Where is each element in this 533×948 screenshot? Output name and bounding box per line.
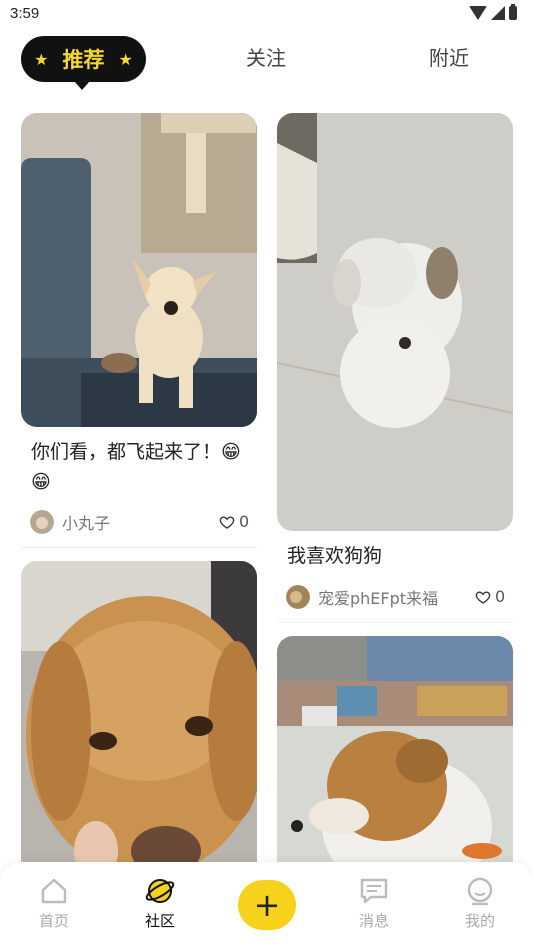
author-row[interactable]: 小丸子: [30, 510, 110, 534]
signal-icon: [491, 6, 505, 20]
post-photo-white-dog[interactable]: [277, 113, 513, 531]
heart-icon: [219, 516, 235, 529]
post-card[interactable]: [277, 636, 513, 876]
tab-follow[interactable]: 关注: [246, 42, 286, 71]
status-bar: 3:59: [0, 0, 533, 30]
nav-home-label: 首页: [38, 912, 69, 930]
author-name: 小丸子: [62, 514, 111, 533]
status-time: 3:59: [10, 5, 40, 22]
nav-messages-label: 消息: [358, 912, 389, 930]
plus-icon: +: [253, 886, 281, 924]
wifi-icon: [469, 6, 487, 20]
avatar: [30, 510, 54, 534]
tab-recommend-label: 推荐: [62, 48, 105, 72]
post-title: 你们看，都飞起来了！😁😁: [31, 441, 241, 493]
top-tabs: ★ 推荐 ★ 关注 附近: [0, 30, 533, 100]
nav-community[interactable]: 社区: [120, 876, 200, 931]
nav-messages[interactable]: 消息: [334, 876, 414, 931]
post-card[interactable]: [21, 561, 257, 881]
tab-recommend[interactable]: ★ 推荐 ★: [21, 36, 146, 90]
status-icons: [469, 4, 517, 20]
like-button[interactable]: 0: [475, 587, 505, 606]
add-post-button[interactable]: +: [238, 880, 296, 930]
like-count: 0: [495, 587, 506, 606]
post-photo-collie-dog[interactable]: [277, 636, 513, 876]
like-count: 0: [239, 512, 250, 531]
author-name: 宠爱phEFpt来福: [318, 589, 439, 608]
nav-mine[interactable]: 我的: [440, 876, 520, 931]
post-card[interactable]: 你们看，都飞起来了！😁😁 小丸子 0: [21, 113, 257, 548]
bottom-nav: 首页 社区 + 消息 我的: [0, 862, 533, 948]
star-icon: ★: [34, 49, 49, 69]
message-icon: [360, 878, 388, 904]
battery-icon: [509, 4, 517, 20]
divider: [277, 622, 513, 623]
profile-icon: [467, 877, 493, 906]
heart-icon: [475, 591, 491, 604]
tab-nearby[interactable]: 附近: [429, 42, 469, 71]
author-row[interactable]: 宠爱phEFpt来福: [286, 585, 438, 609]
post-title: 我喜欢狗狗: [287, 545, 383, 567]
nav-community-label: 社区: [144, 912, 175, 930]
planet-icon: [145, 879, 175, 903]
post-photo-golden-retriever[interactable]: [21, 561, 257, 881]
home-icon: [41, 878, 67, 904]
post-photo-puppy-jumping[interactable]: [21, 113, 257, 427]
nav-home[interactable]: 首页: [14, 876, 94, 931]
like-button[interactable]: 0: [219, 512, 249, 531]
star-icon: ★: [118, 49, 133, 69]
post-card[interactable]: 我喜欢狗狗 宠爱phEFpt来福 0: [277, 113, 513, 623]
avatar: [286, 585, 310, 609]
nav-mine-label: 我的: [464, 912, 495, 930]
divider: [21, 547, 257, 548]
